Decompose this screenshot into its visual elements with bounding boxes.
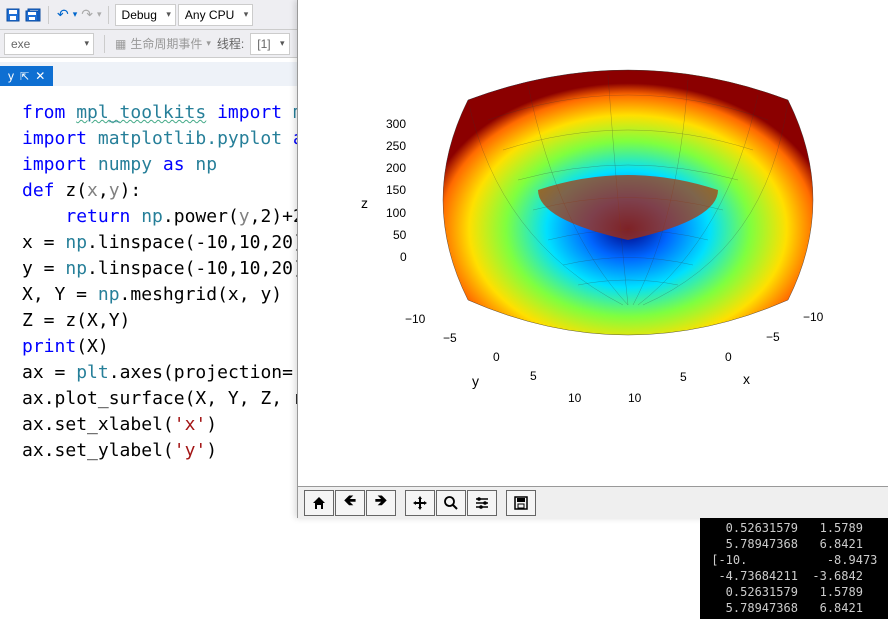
z-tick: 100 (386, 206, 406, 220)
process-dropdown[interactable]: exe (4, 33, 94, 55)
y-tick: 5 (530, 369, 537, 383)
x-tick: −5 (766, 330, 780, 344)
tab-title: y (8, 69, 14, 83)
save-all-icon[interactable] (24, 6, 42, 24)
save-figure-button[interactable] (506, 490, 536, 516)
home-button[interactable] (304, 490, 334, 516)
separator (48, 6, 49, 24)
x-tick: −10 (803, 310, 823, 324)
configure-button[interactable] (467, 490, 497, 516)
plot-canvas[interactable]: z y x 300 250 200 150 100 50 0 −10 −5 0 … (298, 0, 888, 486)
x-tick: 10 (628, 391, 641, 405)
z-tick: 0 (400, 250, 407, 264)
pin-icon[interactable]: ⇱ (20, 70, 29, 83)
y-tick: −10 (405, 312, 425, 326)
y-tick: 10 (568, 391, 581, 405)
lifecycle-label: 生命周期事件 (130, 35, 202, 52)
y-tick: −5 (443, 331, 457, 345)
y-tick: 0 (493, 350, 500, 364)
y-axis-label: y (472, 373, 479, 389)
lifecycle-events[interactable]: ▦ 生命周期事件 ▾ (115, 35, 211, 52)
x-tick: 0 (725, 350, 732, 364)
x-axis-label: x (743, 371, 750, 387)
separator (108, 6, 109, 24)
zoom-button[interactable] (436, 490, 466, 516)
close-icon[interactable]: ✕ (35, 69, 45, 83)
solution-config-dropdown[interactable]: Debug (115, 4, 176, 26)
surface-3d (408, 60, 848, 390)
output-console[interactable]: 0.52631579 1.5789 5.78947368 6.8421 [-10… (700, 518, 888, 619)
z-tick: 300 (386, 117, 406, 131)
back-button[interactable]: 🡸 (335, 490, 365, 516)
undo-button[interactable]: ↶ (55, 6, 71, 23)
matplotlib-figure-window: z y x 300 250 200 150 100 50 0 −10 −5 0 … (297, 0, 888, 518)
thread-label: 线程: (217, 35, 244, 52)
z-tick: 200 (386, 161, 406, 175)
z-tick: 250 (386, 139, 406, 153)
lifecycle-icon: ▦ (115, 37, 126, 51)
thread-dropdown[interactable]: [1] (250, 33, 289, 55)
z-tick: 50 (393, 228, 406, 242)
separator (104, 35, 105, 53)
mpl-nav-toolbar: 🡸 🡺 (298, 486, 888, 518)
platform-dropdown[interactable]: Any CPU (178, 4, 253, 26)
editor-tab[interactable]: y ⇱ ✕ (0, 66, 53, 86)
pan-button[interactable] (405, 490, 435, 516)
z-axis-label: z (361, 195, 368, 211)
forward-button[interactable]: 🡺 (366, 490, 396, 516)
save-icon[interactable] (4, 6, 22, 24)
x-tick: 5 (680, 370, 687, 384)
z-tick: 150 (386, 183, 406, 197)
redo-button: ↷ (79, 6, 95, 23)
